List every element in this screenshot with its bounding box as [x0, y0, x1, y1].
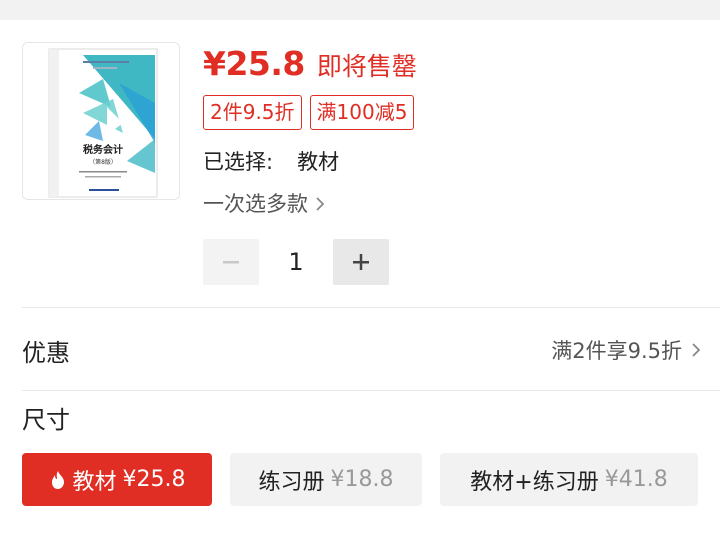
plus-icon [353, 254, 369, 270]
option-name: 教材 [72, 469, 117, 495]
option-name: 练习册 [258, 469, 325, 495]
option-name: 教材+练习册 [470, 469, 599, 495]
promo-label: 优惠 [22, 338, 70, 367]
option-price: ¥41.8 [604, 467, 668, 492]
promo-text: 满2件享9.5折 [551, 339, 682, 363]
chevron-right-icon [692, 343, 701, 357]
cover-edition: （第8版） [89, 158, 117, 166]
size-option-workbook[interactable]: 练习册 ¥18.8 [230, 453, 422, 506]
quantity-value[interactable]: 1 [259, 248, 333, 276]
option-price: ¥18.8 [330, 467, 394, 492]
minus-icon [223, 261, 239, 264]
size-option-textbook[interactable]: 教材 ¥25.8 [22, 453, 212, 506]
coupon-tag: 满100减5 [309, 95, 415, 130]
size-options: 教材 ¥25.8 练习册 ¥18.8 教材+练习册 ¥41.8 [22, 453, 698, 506]
multi-select-label: 一次选多款 [203, 192, 308, 216]
promo-row[interactable]: 优惠 满2件享9.5折 [22, 330, 702, 370]
divider [22, 307, 720, 308]
chevron-right-icon [316, 197, 325, 211]
promo-tags: 2件9.5折 满100减5 [203, 95, 415, 130]
book-cover-illustration: 税务会计 （第8版） [23, 43, 179, 199]
product-cover-image[interactable]: 税务会计 （第8版） [22, 42, 180, 200]
selected-label: 已选择: [203, 150, 274, 174]
size-section-title: 尺寸 [22, 406, 70, 434]
promo-value: 满2件享9.5折 [551, 335, 702, 365]
stock-status: 即将售罄 [316, 52, 417, 81]
multi-select-link[interactable]: 一次选多款 [203, 188, 326, 218]
increase-button[interactable] [333, 239, 389, 285]
option-price: ¥25.8 [122, 467, 186, 492]
product-price: ¥25.8 [203, 44, 305, 83]
price-row: ¥25.8 即将售罄 [203, 44, 417, 86]
top-separator [0, 0, 720, 20]
divider [22, 390, 720, 391]
discount-tag: 2件9.5折 [203, 95, 302, 130]
cover-title: 税务会计 [83, 143, 123, 156]
decrease-button[interactable] [203, 239, 259, 285]
size-option-bundle[interactable]: 教材+练习册 ¥41.8 [440, 453, 698, 506]
selected-spec: 已选择: 教材 [203, 146, 339, 176]
quantity-stepper: 1 [203, 239, 389, 285]
flame-icon [51, 470, 64, 489]
selected-value: 教材 [297, 150, 340, 174]
